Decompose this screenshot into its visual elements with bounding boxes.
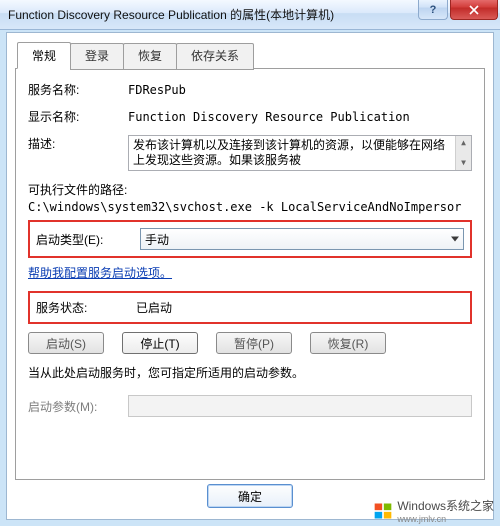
chevron-down-icon (451, 237, 459, 242)
close-button[interactable] (450, 0, 498, 20)
tab-panel-general: 服务名称: FDResPub 显示名称: Function Discovery … (15, 68, 485, 480)
description-scrollbar[interactable]: ▲ ▼ (455, 136, 471, 170)
row-description: 描述: 发布该计算机以及连接到该计算机的资源，以便能够在网络上发现这些资源。如果… (28, 135, 472, 171)
help-config-link[interactable]: 帮助我配置服务启动选项。 (28, 266, 172, 280)
resume-button[interactable]: 恢复(R) (310, 332, 386, 354)
label-display-name: 显示名称: (28, 108, 128, 125)
label-service-status: 服务状态: (36, 299, 136, 316)
description-text[interactable]: 发布该计算机以及连接到该计算机的资源，以便能够在网络上发现这些资源。如果该服务被… (128, 135, 472, 171)
label-service-name: 服务名称: (28, 81, 128, 98)
tab-recovery[interactable]: 恢复 (123, 43, 177, 70)
row-service-status: 服务状态: 已启动 (36, 299, 464, 316)
window-buttons: ? (418, 0, 498, 20)
help-button[interactable]: ? (418, 0, 448, 20)
value-exe-path: C:\windows\system32\svchost.exe -k Local… (28, 200, 472, 214)
start-button[interactable]: 启动(S) (28, 332, 104, 354)
row-startup-type: 启动类型(E): 手动 (36, 228, 464, 250)
dialog-inner: 常规 登录 恢复 依存关系 服务名称: FDResPub 显示名称: Funct… (15, 41, 485, 477)
startup-hint: 当从此处启动服务时，您可指定所适用的启动参数。 (28, 364, 472, 381)
service-status-highlight: 服务状态: 已启动 (28, 291, 472, 324)
row-help-link: 帮助我配置服务启动选项。 (28, 264, 472, 281)
label-startup-type: 启动类型(E): (36, 231, 140, 248)
row-start-params: 启动参数(M): (28, 395, 472, 417)
startup-type-highlight: 启动类型(E): 手动 (28, 220, 472, 258)
value-service-name: FDResPub (128, 83, 472, 97)
label-description: 描述: (28, 135, 128, 152)
stop-button[interactable]: 停止(T) (122, 332, 198, 354)
service-control-buttons: 启动(S) 停止(T) 暂停(P) 恢复(R) (28, 332, 472, 354)
tab-strip: 常规 登录 恢复 依存关系 (15, 41, 485, 68)
exe-path-block: 可执行文件的路径: C:\windows\system32\svchost.ex… (28, 181, 472, 214)
client-area: 常规 登录 恢复 依存关系 服务名称: FDResPub 显示名称: Funct… (6, 32, 494, 520)
titlebar[interactable]: Function Discovery Resource Publication … (0, 0, 500, 30)
tab-dependencies[interactable]: 依存关系 (176, 43, 254, 70)
dialog-buttons: 确定 (15, 481, 485, 511)
row-display-name: 显示名称: Function Discovery Resource Public… (28, 108, 472, 125)
value-service-status: 已启动 (136, 299, 464, 316)
label-exe-path: 可执行文件的路径: (28, 181, 472, 198)
row-service-name: 服务名称: FDResPub (28, 81, 472, 98)
value-display-name: Function Discovery Resource Publication (128, 110, 472, 124)
ok-button[interactable]: 确定 (207, 484, 293, 508)
label-start-params: 启动参数(M): (28, 398, 128, 415)
scroll-down-icon[interactable]: ▼ (461, 156, 466, 170)
pause-button[interactable]: 暂停(P) (216, 332, 292, 354)
startup-type-value: 手动 (145, 231, 169, 248)
description-value: 发布该计算机以及连接到该计算机的资源，以便能够在网络上发现这些资源。如果该服务被 (133, 138, 445, 167)
start-params-input (128, 395, 472, 417)
scroll-up-icon[interactable]: ▲ (461, 136, 466, 150)
startup-type-combo[interactable]: 手动 (140, 228, 464, 250)
tab-logon[interactable]: 登录 (70, 43, 124, 70)
close-icon (469, 5, 479, 15)
tab-general[interactable]: 常规 (17, 42, 71, 69)
